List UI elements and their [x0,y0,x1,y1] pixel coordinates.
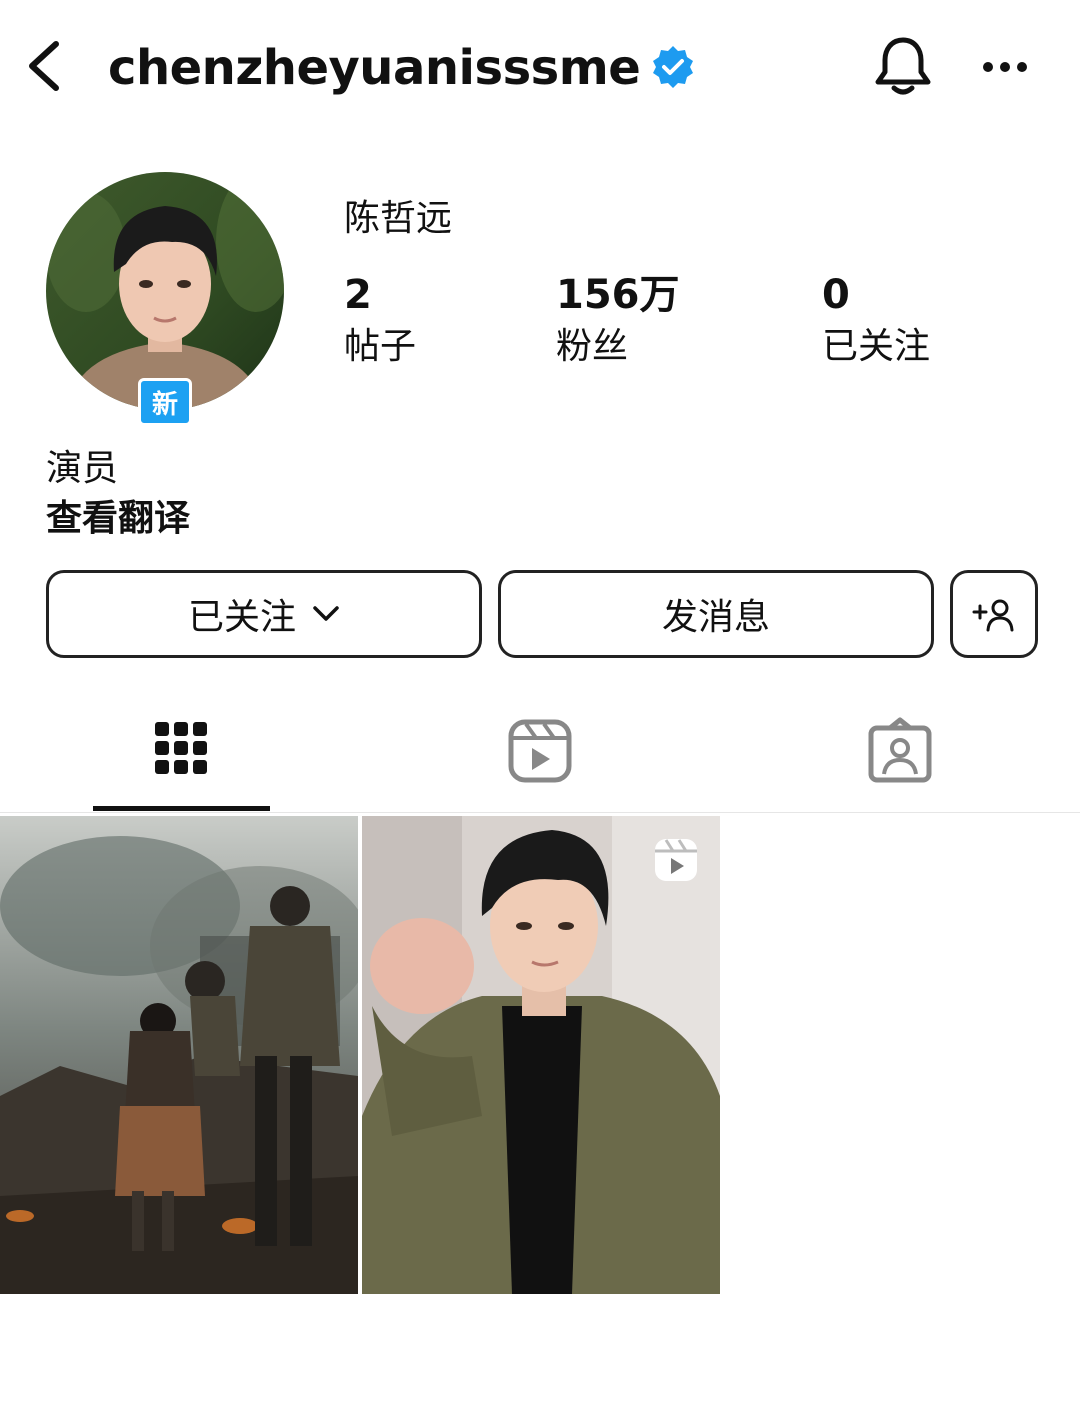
followers-count[interactable]: 156万 [556,270,680,320]
bell-icon [875,37,931,95]
tagged-icon [868,717,932,783]
following-button[interactable]: 已关注 [46,570,482,658]
posts-count: 2 [344,272,372,318]
chevron-down-icon [313,606,339,621]
back-button[interactable] [22,36,70,96]
back-arrow-icon [29,41,59,91]
tab-tagged[interactable] [810,710,990,810]
post-thumbnail[interactable] [362,816,720,1294]
post-thumbnail[interactable] [0,816,358,1294]
tab-reels[interactable] [450,710,630,810]
add-user-icon [972,599,1014,632]
new-badge: 新 [138,378,192,426]
username-title: chenzheyuanisssme [108,40,641,96]
grid-icon [155,722,207,774]
add-user-button[interactable] [950,570,1038,658]
following-count[interactable]: 0 [822,270,850,320]
display-name: 陈哲远 [344,198,453,239]
more-icon [983,62,1027,72]
bio-text: 演员 [46,448,119,489]
following-label[interactable]: 已关注 [822,324,930,370]
message-button[interactable]: 发消息 [498,570,934,658]
see-translation-link[interactable]: 查看翻译 [46,496,190,542]
tab-divider [0,812,1080,813]
tab-grid[interactable] [92,710,270,810]
followers-label[interactable]: 粉丝 [556,324,628,370]
notification-button[interactable] [872,34,934,100]
following-button-label: 已关注 [187,597,296,638]
message-button-label: 发消息 [661,597,770,638]
more-options-button[interactable] [978,52,1032,82]
verified-badge-icon [650,44,696,90]
reels-icon [652,836,700,884]
active-tab-indicator [93,806,270,811]
avatar[interactable] [46,172,284,410]
posts-label: 帖子 [344,326,417,367]
reels-icon [508,719,572,783]
